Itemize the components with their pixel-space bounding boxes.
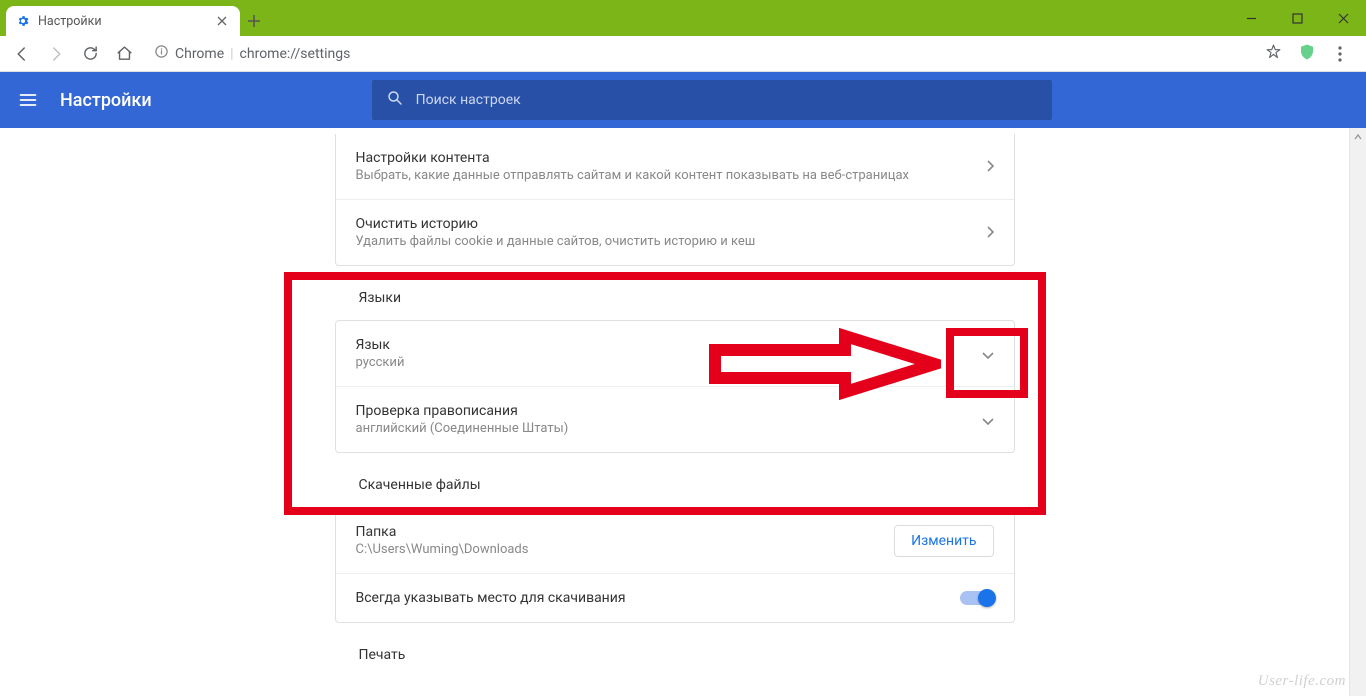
minimize-button[interactable] (1228, 0, 1274, 36)
settings-header: Настройки (0, 72, 1366, 128)
ask-where-toggle[interactable] (960, 591, 994, 605)
settings-search-input[interactable] (416, 92, 1038, 108)
languages-section-label: Языки (335, 290, 1015, 306)
settings-content: Настройки контента Выбрать, какие данные… (0, 128, 1349, 696)
row-title: Язык (356, 337, 982, 353)
row-subtitle: Выбрать, какие данные отправлять сайтам … (356, 168, 986, 183)
scroll-up-icon[interactable] (1350, 128, 1366, 145)
maximize-button[interactable] (1274, 0, 1320, 36)
menu-icon[interactable] (16, 88, 40, 112)
forward-button[interactable] (42, 40, 70, 68)
window-close-button[interactable] (1320, 0, 1366, 36)
chevron-down-icon (982, 410, 994, 429)
browser-titlebar: Настройки (0, 0, 1366, 36)
origin-chip: Chrome (175, 46, 224, 62)
settings-search[interactable] (372, 80, 1052, 120)
new-tab-button[interactable] (240, 6, 268, 36)
tab-title: Настройки (38, 14, 102, 29)
row-title: Очистить историю (356, 216, 986, 232)
overflow-menu-icon[interactable] (1326, 46, 1354, 62)
extension-icons (1298, 43, 1358, 65)
language-row[interactable]: Язык русский (336, 321, 1014, 386)
vertical-scrollbar[interactable] (1349, 128, 1366, 696)
address-bar[interactable]: Chrome | chrome://settings (144, 40, 1292, 68)
window-controls (1228, 0, 1366, 36)
languages-card: Язык русский Проверка правописания англи… (335, 320, 1015, 453)
row-title: Настройки контента (356, 150, 986, 166)
bookmark-star-icon[interactable] (1265, 43, 1282, 64)
close-icon[interactable] (214, 13, 230, 29)
site-info-icon[interactable] (154, 44, 169, 63)
row-subtitle: Удалить файлы cookie и данные сайтов, оч… (356, 234, 986, 249)
browser-tab-settings[interactable]: Настройки (6, 6, 240, 36)
browser-toolbar: Chrome | chrome://settings (0, 36, 1366, 72)
spellcheck-row[interactable]: Проверка правописания английский (Соедин… (336, 386, 1014, 452)
clear-history-row[interactable]: Очистить историю Удалить файлы cookie и … (336, 199, 1014, 265)
row-title: Всегда указывать место для скачивания (356, 590, 960, 606)
chevron-down-icon (982, 344, 994, 363)
row-subtitle: английский (Соединенные Штаты) (356, 421, 982, 436)
search-icon (386, 89, 404, 111)
downloads-section-label: Скаченные файлы (335, 477, 1015, 493)
shield-extension-icon[interactable] (1298, 43, 1316, 65)
row-title: Папка (356, 524, 895, 540)
page-title: Настройки (60, 90, 152, 111)
chevron-right-icon (986, 157, 994, 176)
privacy-card: Настройки контента Выбрать, какие данные… (335, 134, 1015, 266)
download-folder-row: Папка C:\Users\Wuming\Downloads Изменить (336, 508, 1014, 573)
row-title: Проверка правописания (356, 403, 982, 419)
gear-icon (16, 14, 30, 28)
home-button[interactable] (110, 40, 138, 68)
reload-button[interactable] (76, 40, 104, 68)
content-settings-row[interactable]: Настройки контента Выбрать, какие данные… (336, 134, 1014, 199)
row-subtitle: русский (356, 355, 982, 370)
change-folder-button[interactable]: Изменить (894, 525, 993, 557)
url-text: chrome://settings (240, 46, 351, 62)
back-button[interactable] (8, 40, 36, 68)
chevron-right-icon (986, 223, 994, 242)
chip-divider: | (230, 46, 233, 62)
print-section-label: Печать (335, 647, 1015, 663)
downloads-card: Папка C:\Users\Wuming\Downloads Изменить… (335, 507, 1015, 623)
row-subtitle: C:\Users\Wuming\Downloads (356, 542, 895, 557)
ask-where-row: Всегда указывать место для скачивания (336, 573, 1014, 622)
